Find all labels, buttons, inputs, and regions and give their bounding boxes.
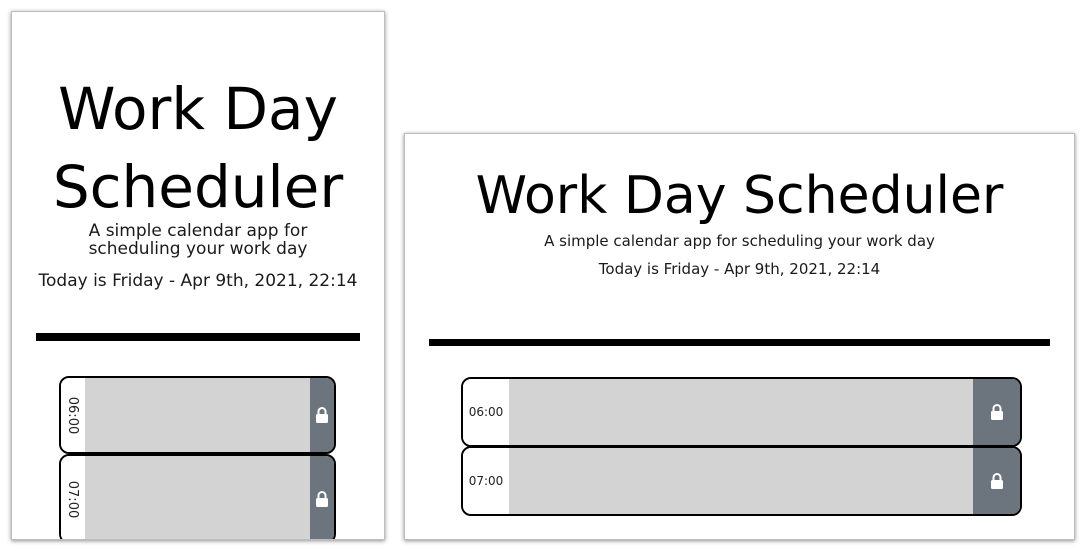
header-divider — [36, 333, 360, 341]
current-date: Today is Friday - Apr 9th, 2021, 22:14 — [598, 260, 881, 278]
lock-icon — [316, 491, 328, 507]
save-lock-button[interactable] — [973, 448, 1020, 514]
hour-label: 07:00 — [463, 448, 509, 514]
desktop-view-panel: Work Day Scheduler A simple calendar app… — [404, 133, 1075, 540]
page-subtitle: A simple calendar app for scheduling you… — [88, 221, 308, 259]
lock-icon — [990, 404, 1003, 420]
event-textarea[interactable] — [509, 379, 973, 445]
page-title: Work Day Scheduler — [12, 70, 384, 226]
hour-label: 06:00 — [61, 378, 85, 452]
event-textarea[interactable] — [85, 456, 310, 539]
save-lock-button[interactable] — [310, 456, 334, 539]
time-block-row: 06:00 — [59, 376, 336, 454]
hour-label: 07:00 — [61, 456, 85, 539]
hour-label: 06:00 — [463, 379, 509, 445]
event-textarea[interactable] — [85, 378, 310, 452]
page-subtitle: A simple calendar app for scheduling you… — [544, 232, 935, 250]
save-lock-button[interactable] — [973, 379, 1020, 445]
mobile-view-panel: Work Day Scheduler A simple calendar app… — [11, 11, 385, 540]
save-lock-button[interactable] — [310, 378, 334, 452]
time-block-row: 06:00 — [461, 377, 1022, 447]
lock-icon — [990, 473, 1003, 489]
current-date: Today is Friday - Apr 9th, 2021, 22:14 — [38, 271, 358, 291]
title-line-2: Scheduler — [52, 153, 344, 221]
event-textarea[interactable] — [509, 448, 973, 514]
time-block-row: 07:00 — [59, 454, 336, 539]
page-title: Work Day Scheduler — [475, 166, 1004, 226]
time-block-row: 07:00 — [461, 446, 1022, 516]
header-divider — [429, 339, 1050, 346]
title-line-1: Work Day — [58, 75, 338, 143]
lock-icon — [316, 407, 328, 423]
